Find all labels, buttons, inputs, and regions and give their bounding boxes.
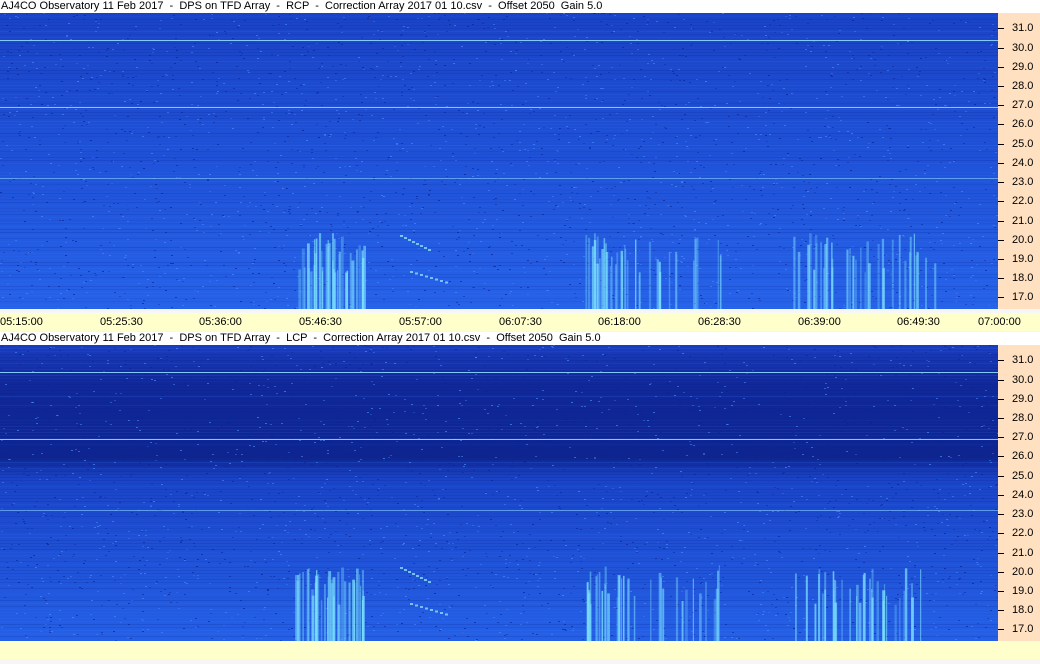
rcp-chart-title: AJ4CO Observatory 11 Feb 2017 - DPS on T… (0, 0, 1040, 13)
y-tick-mark (998, 278, 1004, 279)
lcp-spectrogram-plot (0, 345, 998, 641)
y-tick-label: 19.0 (1012, 585, 1034, 597)
lcp-chart-title: AJ4CO Observatory 11 Feb 2017 - DPS on T… (0, 332, 1040, 345)
y-tick-label: 31.0 (1012, 354, 1034, 366)
x-tick-label: 06:39:00 (798, 316, 841, 328)
y-tick-mark (998, 399, 1004, 400)
y-tick-label: 17.0 (1012, 291, 1034, 303)
y-tick-label: 30.0 (1012, 374, 1034, 386)
y-tick-label: 23.0 (1012, 176, 1034, 188)
lcp-time-axis-strip (0, 641, 1040, 659)
y-tick-mark (998, 533, 1004, 534)
y-tick-label: 25.0 (1012, 470, 1034, 482)
y-tick-mark (998, 182, 1004, 183)
x-tick-label: 05:36:00 (199, 316, 242, 328)
y-tick-mark (998, 48, 1004, 49)
y-tick-label: 20.0 (1012, 566, 1034, 578)
y-tick-mark (998, 476, 1004, 477)
y-tick-mark (998, 456, 1004, 457)
x-tick-label: 06:28:30 (698, 316, 741, 328)
y-tick-mark (998, 418, 1004, 419)
y-tick-mark (998, 495, 1004, 496)
x-tick-label: 06:07:30 (499, 316, 542, 328)
y-tick-mark (998, 360, 1004, 361)
y-tick-label: 24.0 (1012, 489, 1034, 501)
y-tick-label: 28.0 (1012, 80, 1034, 92)
y-tick-mark (998, 259, 1004, 260)
rcp-spectrogram-plot (0, 13, 998, 309)
spectrogram-image (0, 345, 998, 641)
y-tick-label: 25.0 (1012, 138, 1034, 150)
y-tick-label: 22.0 (1012, 527, 1034, 539)
y-tick-mark (998, 591, 1004, 592)
y-tick-mark (998, 28, 1004, 29)
x-tick-label: 05:46:30 (299, 316, 342, 328)
y-tick-mark (998, 380, 1004, 381)
y-tick-label: 30.0 (1012, 42, 1034, 54)
x-tick-label: 05:25:30 (100, 316, 143, 328)
x-tick-label: 07:00:00 (978, 316, 1021, 328)
y-tick-mark (998, 610, 1004, 611)
y-tick-mark (998, 629, 1004, 630)
y-tick-label: 20.0 (1012, 234, 1034, 246)
spectrogram-image (0, 13, 998, 309)
y-tick-label: 21.0 (1012, 547, 1034, 559)
y-tick-label: 18.0 (1012, 604, 1034, 616)
y-tick-label: 28.0 (1012, 412, 1034, 424)
y-tick-mark (998, 144, 1004, 145)
y-tick-label: 17.0 (1012, 623, 1034, 635)
y-tick-label: 31.0 (1012, 22, 1034, 34)
y-tick-mark (998, 240, 1004, 241)
y-tick-mark (998, 297, 1004, 298)
y-tick-label: 26.0 (1012, 118, 1034, 130)
y-tick-label: 19.0 (1012, 253, 1034, 265)
y-tick-mark (998, 86, 1004, 87)
y-tick-mark (998, 124, 1004, 125)
rcp-frequency-axis: 31.0 30.0 29.0 28.0 27.0 26.0 25.0 24.0 23.0 22.0… (998, 13, 1040, 309)
y-tick-label: 24.0 (1012, 157, 1034, 169)
y-tick-mark (998, 572, 1004, 573)
y-tick-label: 23.0 (1012, 508, 1034, 520)
x-tick-label: 06:49:30 (897, 316, 940, 328)
y-tick-label: 21.0 (1012, 215, 1034, 227)
y-tick-mark (998, 437, 1004, 438)
y-tick-mark (998, 105, 1004, 106)
y-tick-mark (998, 553, 1004, 554)
y-tick-label: 27.0 (1012, 99, 1034, 111)
x-tick-label: 06:18:00 (598, 316, 641, 328)
y-tick-label: 27.0 (1012, 431, 1034, 443)
x-tick-label: 05:57:00 (399, 316, 442, 328)
y-tick-label: 29.0 (1012, 61, 1034, 73)
time-axis: 05:15:00 05:25:30 05:36:00 05:46:30 05:57:00… (0, 313, 1040, 331)
lcp-frequency-axis: 31.0 30.0 29.0 28.0 27.0 26.0 25.0 24.0 23.0 22.0… (998, 345, 1040, 641)
y-tick-label: 22.0 (1012, 195, 1034, 207)
y-tick-mark (998, 163, 1004, 164)
y-tick-label: 26.0 (1012, 450, 1034, 462)
y-tick-mark (998, 201, 1004, 202)
y-tick-label: 18.0 (1012, 272, 1034, 284)
y-tick-label: 29.0 (1012, 393, 1034, 405)
y-tick-mark (998, 221, 1004, 222)
y-tick-mark (998, 67, 1004, 68)
y-tick-mark (998, 514, 1004, 515)
x-tick-label: 05:15:00 (0, 316, 43, 328)
